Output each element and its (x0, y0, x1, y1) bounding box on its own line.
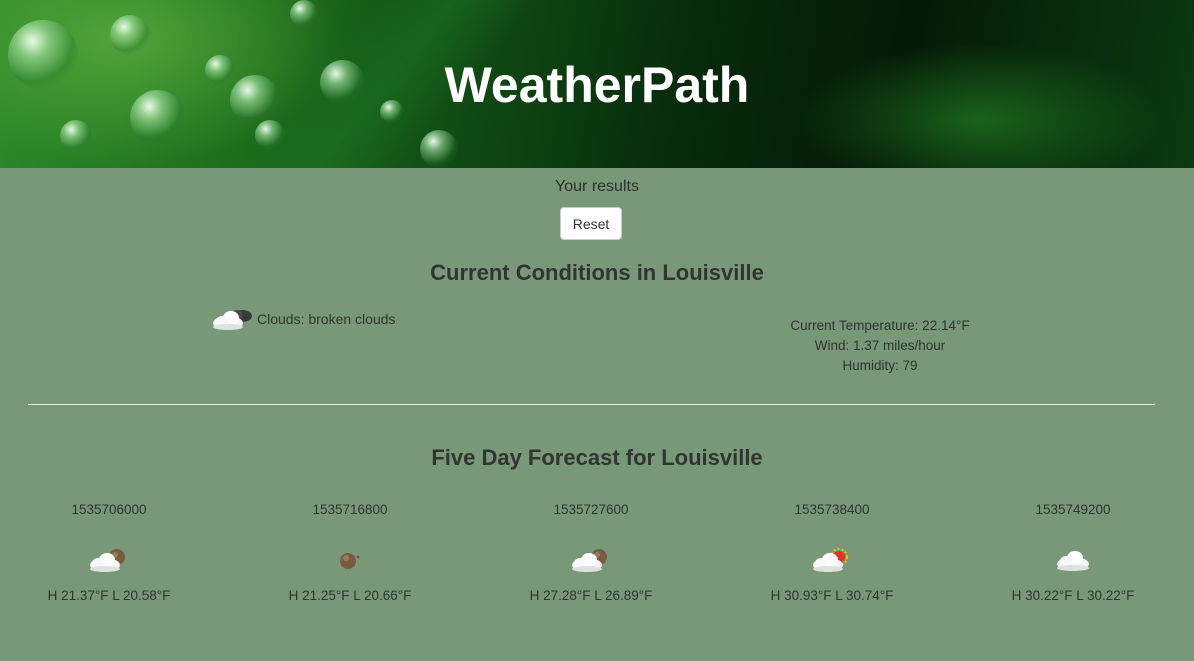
water-drop (255, 120, 285, 150)
forecast-high-low: H 30.22°F L 30.22°F (1011, 588, 1135, 603)
brown-orb-icon (340, 553, 360, 569)
cloud-with-brown-orb-icon (572, 549, 607, 572)
forecast-day: 1535727600 H 27.28°F L 26.89°F (491, 500, 691, 606)
cloud-icon (1057, 551, 1089, 571)
forecast-high-low: H 21.25°F L 20.66°F (288, 588, 412, 603)
water-drop (60, 120, 92, 152)
clouds-description: Clouds: broken clouds (257, 311, 396, 327)
reset-button[interactable]: Reset (560, 207, 622, 240)
app-title: WeatherPath (444, 57, 750, 113)
forecast-timestamp: 1535738400 (794, 502, 870, 517)
forecast-day: 1535738400 H 30.93°F L 30.74°F (732, 500, 932, 606)
partly-cloudy-sun-icon (813, 548, 848, 572)
results-label: Your results (555, 178, 639, 195)
current-temperature: Current Temperature: 22.14°F (790, 318, 970, 333)
water-drop (110, 15, 150, 55)
forecast-high-low: H 21.37°F L 20.58°F (47, 588, 171, 603)
current-conditions-title: Current Conditions in Louisville (430, 260, 764, 285)
forecast-high-low: H 27.28°F L 26.89°F (529, 588, 653, 603)
forecast-day: 1535749200 H 30.22°F L 30.22°F (973, 500, 1173, 606)
current-stats: Current Temperature: 22.14°F Wind: 1.37 … (700, 316, 1060, 376)
forecast-timestamp: 1535749200 (1035, 502, 1111, 517)
forecast-row: 1535706000 H 21.37°F L 20.58°F 153571680… (0, 500, 1194, 610)
current-humidity: Humidity: 79 (842, 358, 918, 373)
forecast-title: Five Day Forecast for Louisville (431, 445, 763, 470)
forecast-timestamp: 1535727600 (553, 502, 629, 517)
forecast-day: 1535716800 H 21.25°F L 20.66°F (250, 500, 450, 606)
cloud-with-brown-orb-icon (90, 549, 125, 572)
forecast-timestamp: 1535706000 (71, 502, 147, 517)
forecast-timestamp: 1535716800 (312, 502, 388, 517)
current-clouds: Clouds: broken clouds (211, 306, 396, 332)
water-drop (420, 130, 458, 168)
broken-clouds-icon (213, 310, 252, 330)
forecast-high-low: H 30.93°F L 30.74°F (770, 588, 894, 603)
forecast-day: 1535706000 H 21.37°F L 20.58°F (9, 500, 209, 606)
water-drop (290, 0, 318, 28)
section-divider (28, 404, 1155, 405)
header-banner: WeatherPath (0, 0, 1194, 168)
current-wind: Wind: 1.37 miles/hour (814, 338, 946, 353)
